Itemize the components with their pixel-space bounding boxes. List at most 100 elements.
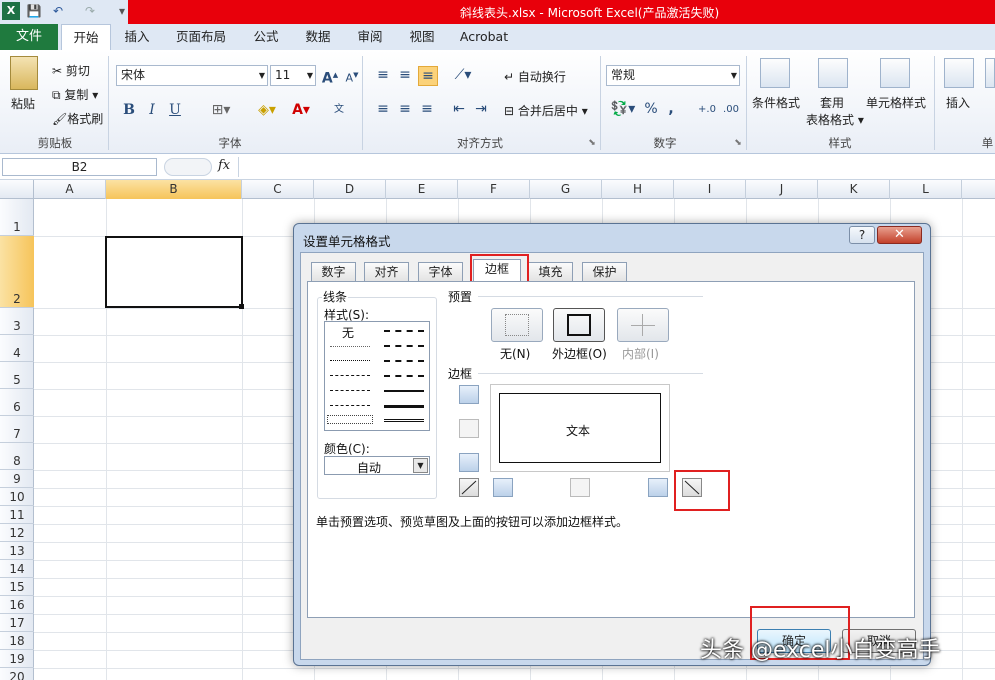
row-header[interactable]: 8 — [0, 443, 34, 470]
tab-fill[interactable]: 填充 — [528, 262, 573, 281]
cell-styles-button[interactable]: 单元格样式 — [866, 94, 926, 111]
tab-alignment[interactable]: 对齐 — [364, 262, 409, 281]
border-inside-horizontal-button[interactable] — [459, 419, 479, 438]
tab-file[interactable]: 文件 — [0, 24, 58, 50]
dialog-launcher-icon[interactable]: ⬊ — [586, 134, 598, 152]
preset-outline-button[interactable] — [553, 308, 605, 342]
increase-indent-icon[interactable]: ⇥ — [472, 100, 490, 118]
dropdown-arrow-icon[interactable]: ▼ — [413, 458, 428, 473]
phonetic-icon[interactable]: 文 — [326, 101, 352, 119]
row-header[interactable]: 20 — [0, 668, 34, 680]
row-header[interactable]: 15 — [0, 578, 34, 596]
border-bottom-button[interactable] — [459, 453, 479, 472]
line-style-none[interactable]: 无 — [342, 324, 354, 341]
insert-function-icon[interactable]: fx — [218, 158, 230, 173]
save-icon[interactable]: 💾 — [26, 3, 42, 19]
preset-none-button[interactable] — [491, 308, 543, 342]
line-style-dashed[interactable] — [330, 405, 370, 406]
fill-color-icon[interactable]: ◈▾ — [252, 101, 282, 119]
line-style-hair[interactable] — [330, 346, 370, 347]
decrease-indent-icon[interactable]: ⇤ — [450, 100, 468, 118]
column-header-i[interactable]: I — [674, 180, 746, 199]
row-header[interactable]: 3 — [0, 308, 34, 335]
row-header[interactable]: 7 — [0, 416, 34, 443]
preset-inside-button[interactable] — [617, 308, 669, 342]
column-header-e[interactable]: E — [386, 180, 458, 199]
tab-protection[interactable]: 保护 — [582, 262, 627, 281]
decrease-decimal-icon[interactable]: .00 — [720, 101, 742, 119]
grow-font-icon[interactable]: A▲ — [320, 66, 340, 88]
copy-button[interactable]: ⧉ 复制 ▾ — [52, 86, 98, 103]
column-header-h[interactable]: H — [602, 180, 674, 199]
close-button[interactable]: ✕ — [877, 226, 922, 244]
font-size-select[interactable]: 11 ▼ — [270, 65, 316, 86]
bold-icon[interactable]: B — [120, 101, 138, 119]
font-color-icon[interactable]: A▾ — [286, 101, 316, 119]
shrink-font-icon[interactable]: A▼ — [342, 66, 362, 88]
tab-home[interactable]: 开始 — [61, 24, 111, 50]
row-header[interactable]: 12 — [0, 524, 34, 542]
font-name-select[interactable]: 宋体 ▼ — [116, 65, 268, 86]
line-style-thick[interactable] — [384, 405, 424, 408]
conditional-format-icon[interactable] — [760, 58, 790, 88]
border-top-button[interactable] — [459, 385, 479, 404]
column-header-b[interactable]: B — [106, 180, 242, 199]
row-header[interactable]: 9 — [0, 470, 34, 488]
row-header[interactable]: 17 — [0, 614, 34, 632]
column-header-d[interactable]: D — [314, 180, 386, 199]
row-header[interactable]: 13 — [0, 542, 34, 560]
format-painter-button[interactable]: 🖌格式刷 — [52, 110, 103, 127]
undo-icon[interactable]: ↶ — [50, 3, 66, 19]
align-top-icon[interactable]: ≡ — [374, 66, 392, 84]
row-header[interactable]: 2 — [0, 236, 34, 308]
wrap-text-button[interactable]: ↵ 自动换行 — [504, 68, 566, 85]
color-select[interactable]: 自动 ▼ — [324, 456, 430, 475]
paste-button[interactable]: 粘贴 — [11, 95, 35, 112]
paste-icon[interactable] — [10, 56, 38, 90]
percent-icon[interactable]: % — [642, 100, 660, 118]
italic-icon[interactable]: I — [143, 101, 161, 119]
cell-styles-icon[interactable] — [880, 58, 910, 88]
help-button[interactable]: ? — [849, 226, 875, 244]
selected-cell-b2[interactable] — [105, 236, 243, 308]
formula-bar-splitter[interactable] — [164, 158, 212, 176]
row-header[interactable]: 18 — [0, 632, 34, 650]
cut-button[interactable]: ✂ 剪切 — [52, 62, 90, 79]
accounting-format-icon[interactable]: 💱▾ — [608, 100, 638, 118]
line-style-medium-dash-dot-dot[interactable] — [384, 330, 424, 332]
tab-font[interactable]: 字体 — [418, 262, 463, 281]
row-header[interactable]: 19 — [0, 650, 34, 668]
comma-style-icon[interactable]: , — [664, 100, 678, 118]
border-inside-vertical-button[interactable] — [570, 478, 590, 497]
line-style-thin-selected[interactable] — [327, 415, 373, 424]
row-header[interactable]: 4 — [0, 335, 34, 362]
line-style-double[interactable] — [384, 419, 424, 422]
tab-data[interactable]: 数据 — [296, 24, 340, 50]
align-middle-icon[interactable]: ≡ — [396, 66, 414, 84]
number-format-select[interactable]: 常规 ▼ — [606, 65, 740, 86]
column-header-k[interactable]: K — [818, 180, 890, 199]
tab-view[interactable]: 视图 — [400, 24, 444, 50]
fill-handle[interactable] — [239, 304, 244, 309]
line-style-dash-dot-dot[interactable] — [330, 375, 370, 376]
border-left-button[interactable] — [493, 478, 513, 497]
merge-center-button[interactable]: ⊟ 合并后居中 ▾ — [504, 102, 588, 119]
line-style-dash-dot[interactable] — [330, 390, 370, 391]
align-bottom-icon[interactable]: ≡ — [418, 66, 438, 86]
increase-decimal-icon[interactable]: +.0 — [696, 101, 718, 119]
align-left-icon[interactable]: ≡ — [374, 100, 392, 118]
row-header[interactable]: 14 — [0, 560, 34, 578]
name-box[interactable]: B2 — [2, 158, 157, 176]
column-header-g[interactable]: G — [530, 180, 602, 199]
redo-icon[interactable]: ↷ — [82, 3, 98, 19]
insert-cells-button[interactable]: 插入 — [946, 94, 970, 111]
column-header-c[interactable]: C — [242, 180, 314, 199]
row-header[interactable]: 16 — [0, 596, 34, 614]
row-header[interactable]: 11 — [0, 506, 34, 524]
line-style-slant-dash-dot[interactable] — [384, 345, 424, 347]
row-header[interactable]: 1 — [0, 199, 34, 236]
line-style-dotted[interactable] — [330, 360, 370, 361]
column-header-a[interactable]: A — [34, 180, 106, 199]
column-header-j[interactable]: J — [746, 180, 818, 199]
dialog-launcher-icon[interactable]: ⬊ — [732, 134, 744, 152]
